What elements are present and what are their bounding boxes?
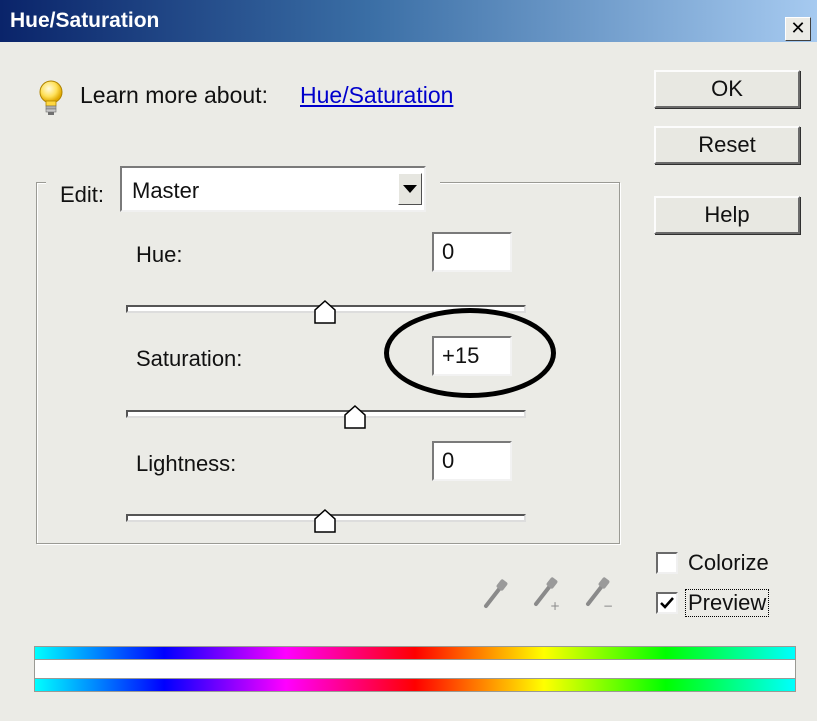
hue-saturation-dialog: Hue/Saturation ✕ Learn more about: Hue/S…	[0, 0, 817, 721]
close-button[interactable]: ✕	[785, 17, 811, 41]
lightness-label: Lightness:	[136, 451, 237, 476]
hue-input[interactable]: 0	[432, 232, 512, 272]
ok-button-label: OK	[711, 76, 743, 101]
saturation-label: Saturation:	[136, 346, 243, 371]
edit-channel-select[interactable]: Master	[120, 166, 426, 212]
eyedropper-minus-icon[interactable]: −	[582, 576, 612, 612]
spectrum-separator	[34, 660, 796, 678]
annotation-circle	[384, 308, 556, 398]
close-icon: ✕	[790, 18, 806, 38]
svg-text:−: −	[603, 599, 612, 612]
ok-button[interactable]: OK	[654, 70, 800, 108]
preview-checkbox[interactable]	[656, 592, 678, 614]
svg-text:+: +	[550, 599, 560, 612]
edit-selected-value: Master	[132, 178, 200, 203]
chevron-down-icon	[403, 185, 417, 193]
reset-button-label: Reset	[698, 132, 756, 157]
hue-slider-thumb[interactable]	[314, 300, 336, 324]
title-bar[interactable]: Hue/Saturation ✕	[0, 0, 817, 42]
output-color-spectrum	[34, 678, 796, 692]
edit-label: Edit:	[60, 182, 105, 207]
hue-label: Hue:	[136, 242, 183, 267]
lightness-slider-thumb[interactable]	[314, 509, 336, 533]
input-color-spectrum	[34, 646, 796, 660]
reset-button[interactable]: Reset	[654, 126, 800, 164]
help-button-label: Help	[704, 202, 750, 227]
learn-more-label: Learn more about:	[80, 82, 268, 108]
dropdown-button[interactable]	[398, 173, 422, 205]
saturation-slider-track[interactable]	[126, 410, 526, 418]
window-title: Hue/Saturation	[10, 9, 160, 32]
preview-label[interactable]: Preview	[684, 589, 770, 617]
eyedropper-icon[interactable]	[480, 576, 510, 612]
learn-more-link[interactable]: Hue/Saturation	[300, 82, 453, 109]
lightbulb-icon	[39, 80, 63, 115]
colorize-label[interactable]: Colorize	[688, 550, 769, 576]
eyedropper-plus-icon[interactable]: +	[530, 576, 560, 612]
colorize-checkbox[interactable]	[656, 552, 678, 574]
saturation-slider-thumb[interactable]	[344, 405, 366, 429]
checkmark-icon	[660, 597, 674, 609]
lightness-input[interactable]: 0	[432, 441, 512, 481]
help-button[interactable]: Help	[654, 196, 800, 234]
